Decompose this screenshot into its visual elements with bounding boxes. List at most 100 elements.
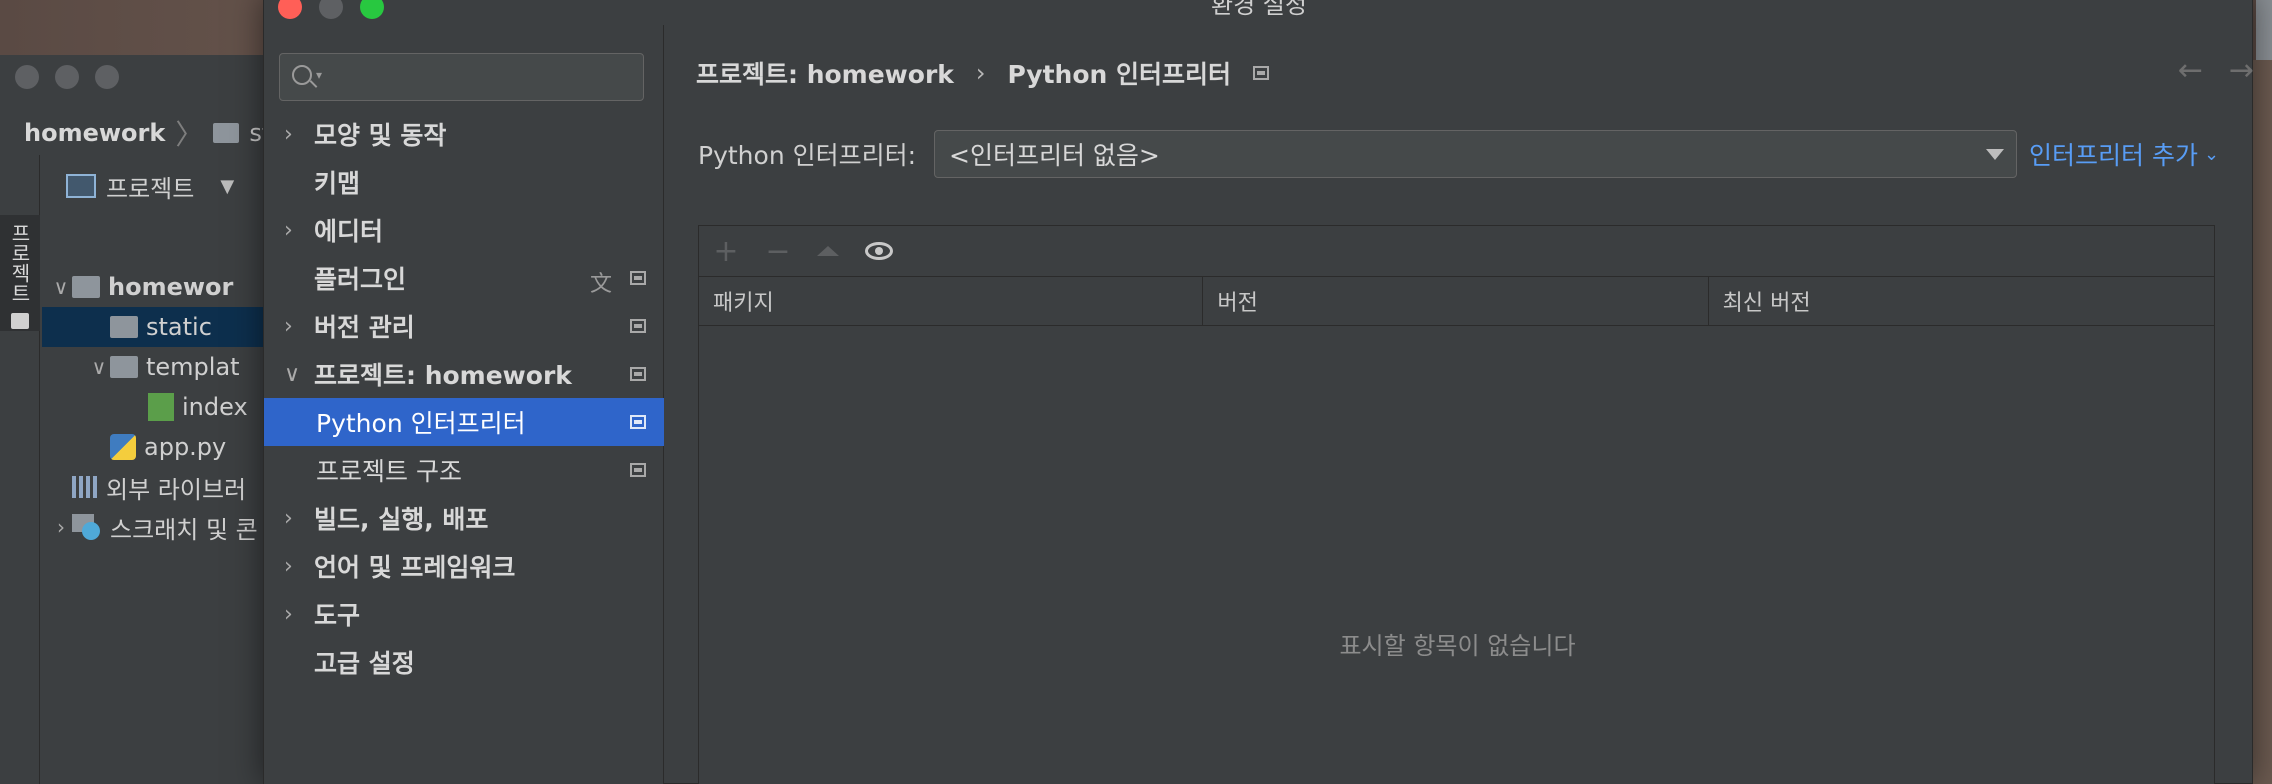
settings-nav-item[interactable]: › 에디터	[264, 206, 664, 254]
project-view-toolbar[interactable]: 프로젝트 ▼	[42, 161, 265, 211]
project-level-icon	[1253, 66, 1270, 80]
desktop-edge	[2256, 0, 2272, 60]
chevron-icon[interactable]: ›	[284, 554, 314, 579]
settings-nav-item[interactable]: › 버전 관리	[264, 302, 664, 350]
settings-nav-item[interactable]: › 모양 및 동작	[264, 110, 664, 158]
package-toolbar: + −	[699, 226, 2214, 276]
python-file-icon	[110, 434, 136, 460]
column-header-version[interactable]: 버전	[1203, 277, 1709, 325]
column-header-latest-version[interactable]: 최신 버전	[1709, 277, 2214, 325]
settings-nav-item[interactable]: 프로젝트 구조	[264, 446, 664, 494]
tree-item[interactable]: 외부 라이브러	[42, 467, 265, 507]
ide-zoom-button[interactable]	[95, 65, 119, 89]
project-tree: ∨ homewor static ∨ templat index app.py 외부 라이브러…	[42, 267, 265, 784]
settings-sidebar: ▾ › 모양 및 동작 키맵 › 에디터 플러그인 文 › 버전 관리 ∨ 프로젝트: homewo…	[264, 25, 664, 784]
chevron-icon[interactable]: ∨	[88, 355, 110, 379]
tree-item[interactable]: ∨ homewor	[42, 267, 265, 307]
tree-item[interactable]: static	[42, 307, 265, 347]
html-file-icon	[148, 393, 174, 421]
breadcrumb-separator: ›	[975, 59, 986, 87]
screen: homework 〉 sta 프로젝트 프로젝트 ▼ ∨ homewor stati…	[0, 0, 2272, 784]
settings-nav-item[interactable]: Python 인터프리터	[264, 398, 664, 446]
settings-nav-item[interactable]: 플러그인 文	[264, 254, 664, 302]
settings-nav-label: 프로젝트: homework	[314, 361, 572, 390]
project-level-icon	[630, 463, 646, 477]
chevron-down-icon: ⌄	[2203, 143, 2220, 165]
upgrade-package-icon[interactable]	[817, 246, 839, 256]
chevron-icon[interactable]: ›	[284, 122, 314, 147]
settings-nav-label: 버전 관리	[314, 313, 415, 342]
chevron-icon[interactable]: ›	[284, 602, 314, 627]
project-level-icon	[630, 367, 646, 381]
interpreter-select[interactable]: <인터프리터 없음>	[934, 130, 2017, 178]
interpreter-select-value: <인터프리터 없음>	[949, 141, 1160, 170]
settings-search-input[interactable]: ▾	[279, 53, 644, 101]
scratch-icon	[72, 512, 102, 542]
back-arrow-icon[interactable]: ←	[2178, 53, 2203, 88]
tree-item-label: 외부 라이브러	[106, 475, 247, 504]
tree-item[interactable]: ∨ templat	[42, 347, 265, 387]
column-header-package[interactable]: 패키지	[699, 277, 1204, 325]
tree-item[interactable]: app.py	[42, 427, 265, 467]
breadcrumb-current: Python 인터프리터	[1007, 60, 1232, 89]
tree-item[interactable]: index	[42, 387, 265, 427]
breadcrumb-parent: 프로젝트: homework	[696, 60, 954, 89]
table-body: 표시할 항목이 없습니다	[699, 326, 2214, 784]
remove-package-icon[interactable]: −	[765, 234, 791, 269]
chevron-icon[interactable]: ›	[284, 218, 314, 243]
tree-item-label: index	[182, 393, 248, 421]
interpreter-row: Python 인터프리터: <인터프리터 없음> 인터프리터 추가 ⌄	[698, 130, 2219, 178]
settings-nav-item[interactable]: 고급 설정	[264, 638, 664, 686]
chevron-icon[interactable]: ∨	[50, 275, 72, 299]
add-interpreter-link[interactable]: 인터프리터 추가 ⌄	[2029, 136, 2219, 172]
settings-nav-item[interactable]: › 빌드, 실행, 배포	[264, 494, 664, 542]
project-tool-tab-label: 프로젝트	[7, 223, 32, 303]
dropdown-arrow-icon	[1986, 149, 2004, 160]
tree-item[interactable]: › 스크래치 및 콘	[42, 507, 265, 547]
tree-item-label: templat	[146, 353, 240, 381]
project-level-icon	[630, 319, 646, 333]
translate-icon: 文	[589, 272, 612, 297]
settings-nav-item[interactable]: › 언어 및 프레임워크	[264, 542, 664, 590]
settings-content: 프로젝트: homework › Python 인터프리터 ← → Python…	[664, 25, 2254, 784]
folder-icon	[110, 356, 138, 378]
preferences-dialog: 환경 설정 ▾ › 모양 및 동작 키맵 › 에디터 플러그인 文 › 버전 관리 ∨ 프로젝트: …	[263, 0, 2254, 784]
empty-state-text: 표시할 항목이 없습니다	[1339, 632, 1576, 660]
folder-icon	[11, 313, 29, 329]
settings-nav-item[interactable]: 키맵	[264, 158, 664, 206]
tree-item-label: homewor	[108, 273, 234, 301]
ide-breadcrumb: homework 〉 sta	[24, 113, 286, 153]
settings-nav-label: 플러그인	[314, 265, 407, 294]
chevron-icon[interactable]: ∨	[284, 362, 314, 387]
chevron-icon[interactable]: ›	[284, 314, 314, 339]
add-package-icon[interactable]: +	[713, 234, 739, 269]
library-icon	[72, 476, 98, 498]
chevron-down-icon[interactable]: ▼	[220, 176, 234, 197]
settings-nav-label: 에디터	[314, 217, 384, 246]
package-table: + − 패키지 버전 최신 버전 표시할 항목이 없습니다	[698, 225, 2215, 784]
tree-item-label: 스크래치 및 콘	[110, 515, 258, 544]
ide-minimize-button[interactable]	[55, 65, 79, 89]
project-level-icon	[630, 271, 646, 285]
table-header: 패키지 버전 최신 버전	[699, 276, 2214, 326]
chevron-icon[interactable]: ›	[284, 506, 314, 531]
add-interpreter-label: 인터프리터 추가	[2029, 141, 2198, 170]
chevron-icon[interactable]: ›	[50, 515, 72, 539]
search-icon	[292, 65, 312, 85]
folder-icon	[72, 276, 100, 298]
folder-icon	[110, 316, 138, 338]
tree-item-label: static	[146, 313, 212, 341]
project-tool-tab[interactable]: 프로젝트	[0, 215, 40, 331]
project-level-icon	[630, 415, 646, 429]
settings-nav-item[interactable]: › 도구	[264, 590, 664, 638]
eye-icon[interactable]	[865, 242, 893, 260]
settings-tree: › 모양 및 동작 키맵 › 에디터 플러그인 文 › 버전 관리 ∨ 프로젝트: homework…	[264, 110, 664, 686]
settings-nav-label: 키맵	[314, 169, 361, 198]
ide-close-button[interactable]	[15, 65, 39, 89]
settings-nav-item[interactable]: ∨ 프로젝트: homework	[264, 350, 664, 398]
settings-nav-label: 고급 설정	[314, 649, 415, 678]
ide-breadcrumb-project[interactable]: homework	[24, 119, 165, 147]
forward-arrow-icon[interactable]: →	[2229, 53, 2254, 88]
breadcrumb-separator: 〉	[175, 118, 204, 151]
ide-window: homework 〉 sta 프로젝트 프로젝트 ▼ ∨ homewor stati…	[0, 55, 286, 784]
